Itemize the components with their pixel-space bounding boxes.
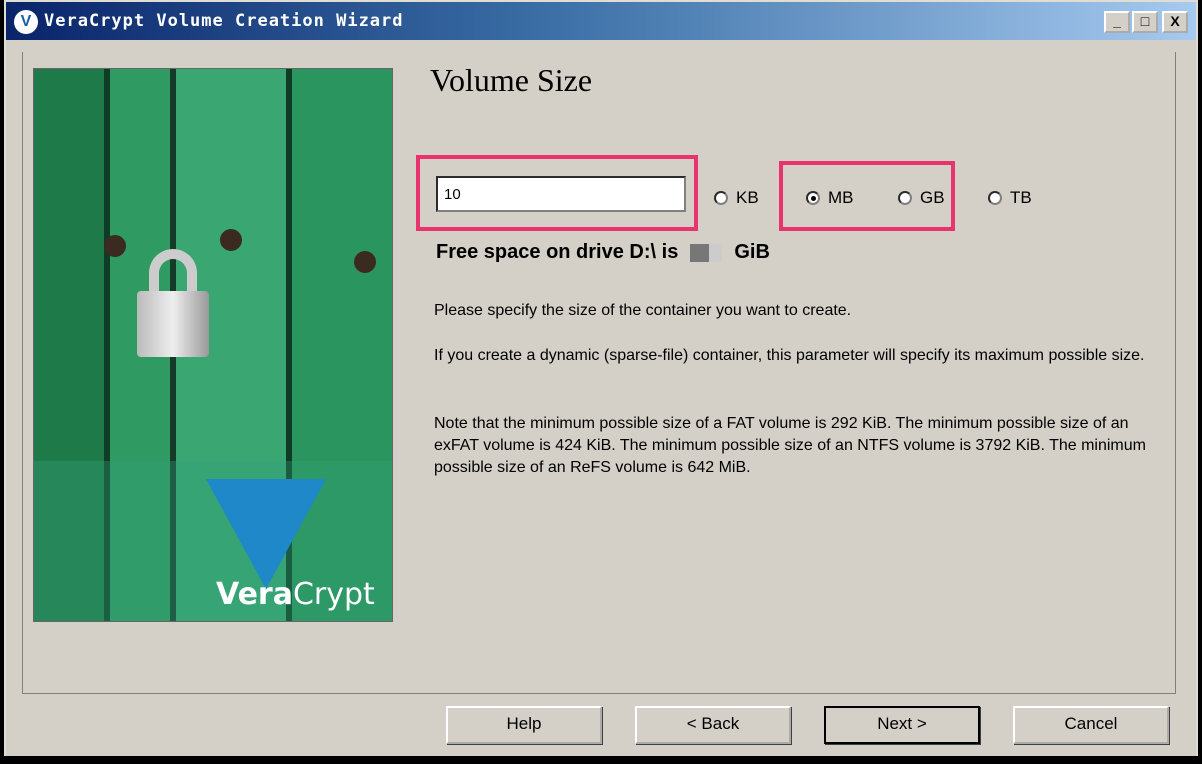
- veracrypt-logo-icon: [206, 479, 326, 589]
- unit-radio-kb[interactable]: KB: [714, 188, 759, 208]
- veracrypt-app-icon: V: [14, 10, 38, 34]
- window-title: VeraCrypt Volume Creation Wizard: [44, 11, 404, 31]
- radio-circle-icon[interactable]: [898, 191, 912, 205]
- taskbar-strip: [0, 756, 1202, 764]
- minimize-button[interactable]: _: [1104, 11, 1130, 33]
- back-button[interactable]: < Back: [635, 706, 791, 744]
- next-button[interactable]: Next >: [824, 706, 980, 744]
- page-title: Volume Size: [430, 62, 593, 98]
- title-bar[interactable]: V VeraCrypt Volume Creation Wizard _ □ X: [6, 2, 1196, 40]
- bolt-icon: [220, 229, 242, 251]
- volume-size-input[interactable]: [436, 176, 686, 212]
- bolt-icon: [354, 251, 376, 273]
- wizard-side-image: VeraCrypt: [33, 68, 393, 622]
- radio-circle-icon[interactable]: [714, 191, 728, 205]
- bolt-icon: [104, 235, 126, 257]
- close-button[interactable]: X: [1162, 11, 1188, 33]
- radio-circle-selected-icon[interactable]: [806, 191, 820, 205]
- cancel-button[interactable]: Cancel: [1013, 706, 1169, 744]
- help-button[interactable]: Help: [446, 706, 602, 744]
- padlock-icon: [137, 291, 209, 357]
- instruction-text: Please specify the size of the container…: [434, 302, 852, 319]
- unit-radio-mb[interactable]: MB: [806, 188, 854, 208]
- unit-radio-gb[interactable]: GB: [898, 188, 945, 208]
- dynamic-container-note: If you create a dynamic (sparse-file) co…: [434, 347, 1145, 364]
- radio-circle-icon[interactable]: [988, 191, 1002, 205]
- veracrypt-logo-text: VeraCrypt: [216, 577, 375, 612]
- minimum-size-note: Note that the minimum possible size of a…: [434, 415, 1146, 476]
- unit-radio-tb[interactable]: TB: [988, 188, 1032, 208]
- maximize-button[interactable]: □: [1132, 11, 1158, 33]
- redacted-value: [690, 243, 723, 262]
- free-space-label: Free space on drive D:\ is GiB: [436, 241, 770, 263]
